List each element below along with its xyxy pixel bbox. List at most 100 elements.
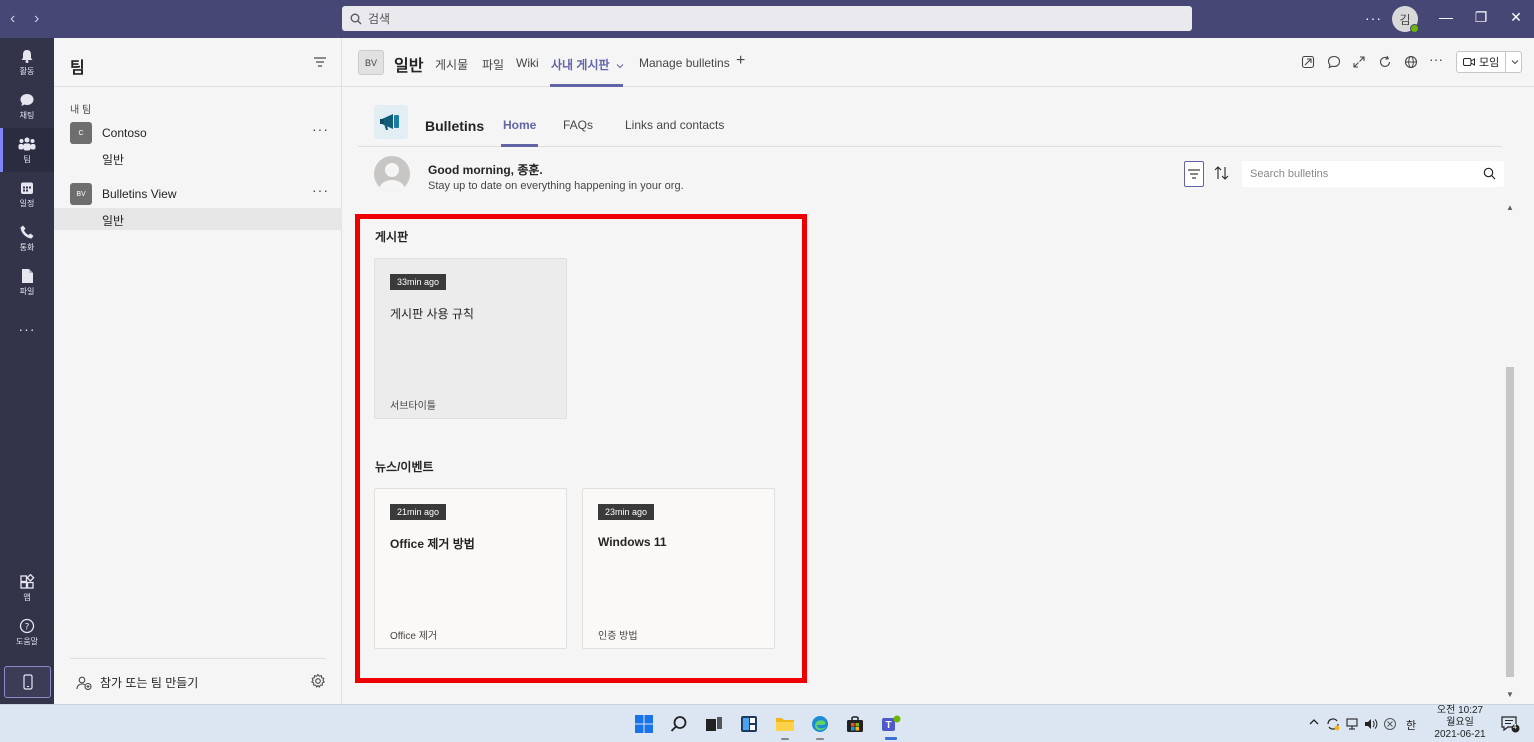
global-search-placeholder: 검색 <box>368 12 391 26</box>
channel-title: 일반 <box>394 58 424 75</box>
global-search-input[interactable]: 검색 <box>342 6 1192 31</box>
vertical-scrollbar-thumb[interactable] <box>1506 367 1514 677</box>
channel-item-bulletins-general[interactable]: 일반 <box>54 208 342 230</box>
rail-item-help[interactable]: ? 도움말 <box>0 610 54 654</box>
bulletins-search-input[interactable]: Search bulletins <box>1242 161 1504 187</box>
team-name: Bulletins View <box>102 187 177 201</box>
rail-label: 도움말 <box>15 636 39 646</box>
team-item-bulletins-view[interactable]: BV Bulletins View ··· <box>54 182 342 208</box>
join-or-create-team-button[interactable]: 참가 또는 팀 만들기 <box>76 674 198 691</box>
file-explorer-icon[interactable] <box>774 713 796 740</box>
meet-button[interactable]: 모임 <box>1456 51 1522 73</box>
close-button[interactable]: ✕ <box>1506 9 1526 26</box>
volume-icon[interactable] <box>1364 717 1378 734</box>
system-clock[interactable]: 오전 10:27 월요일 2021-06-21 <box>1428 705 1492 741</box>
store-icon[interactable] <box>844 713 866 735</box>
help-icon: ? <box>19 618 35 633</box>
team-more-options-button[interactable]: ··· <box>312 182 329 198</box>
filter-icon <box>1188 169 1200 179</box>
bulletins-app-name: Bulletins <box>425 118 485 134</box>
bulletin-time-badge: 23min ago <box>598 504 655 520</box>
minimize-button[interactable]: — <box>1436 9 1456 25</box>
expand-icon[interactable] <box>1352 55 1366 72</box>
tab-bulletins-board[interactable]: 사내 게시판 <box>551 56 624 73</box>
scroll-down-arrow-icon[interactable]: ▼ <box>1506 690 1514 699</box>
tab-links-and-contacts[interactable]: Links and contacts <box>625 118 724 132</box>
team-avatar: BV <box>70 183 92 205</box>
chevron-down-icon[interactable] <box>1511 59 1519 65</box>
team-avatar: BV <box>358 50 384 75</box>
greeting-title: Good morning, 종훈. <box>428 163 543 177</box>
bulletin-title: 게시판 사용 규칙 <box>390 307 474 321</box>
team-more-options-button[interactable]: ··· <box>312 121 329 137</box>
sync-icon[interactable] <box>1326 717 1340 734</box>
team-item-contoso[interactable]: C Contoso ··· <box>54 121 342 147</box>
bulletin-card[interactable]: 33min ago 게시판 사용 규칙 서브타이틀 <box>374 258 567 419</box>
back-arrow-icon[interactable]: ‹ <box>10 10 15 28</box>
tab-home[interactable]: Home <box>503 118 536 132</box>
teams-app-icon[interactable]: T <box>880 713 902 740</box>
website-globe-icon[interactable] <box>1404 55 1418 72</box>
channel-item-contoso-general[interactable]: 일반 <box>54 147 342 169</box>
rail-item-calendar[interactable]: 일정 <box>0 172 54 216</box>
app-popout-icon[interactable] <box>1301 55 1315 72</box>
rail-item-teams[interactable]: 팀 <box>0 128 54 172</box>
settings-more-button[interactable]: ··· <box>1365 10 1382 26</box>
maximize-button[interactable]: ❐ <box>1471 9 1491 26</box>
rail-item-chat[interactable]: 채팅 <box>0 84 54 128</box>
sort-icon[interactable] <box>1214 166 1230 183</box>
app-rail: 활동 채팅 팀 일정 통화 파일 ··· 앱 ? 도움말 <box>0 38 54 704</box>
rail-label: 팀 <box>23 154 31 164</box>
bulletin-card[interactable]: 21min ago Office 제거 방법 Office 제거 <box>374 488 567 649</box>
calendar-icon <box>21 182 33 194</box>
tab-posts[interactable]: 게시물 <box>435 56 468 73</box>
rail-more-apps-button[interactable]: ··· <box>0 306 54 352</box>
rail-label: 앱 <box>23 592 31 602</box>
status-x-icon[interactable] <box>1383 717 1397 734</box>
tab-files[interactable]: 파일 <box>482 56 504 73</box>
tab-wiki[interactable]: Wiki <box>516 56 539 70</box>
more-options-button[interactable]: ··· <box>1429 51 1443 67</box>
bulletins-search-placeholder: Search bulletins <box>1250 168 1329 180</box>
chat-icon <box>20 93 34 106</box>
rail-item-activity[interactable]: 활동 <box>0 40 54 84</box>
section-title-news-events: 뉴스/이벤트 <box>375 460 434 474</box>
bulletins-app-content: Bulletins Home FAQs Links and contacts G… <box>342 87 1534 704</box>
search-icon <box>1483 167 1496 180</box>
bulletin-subtitle: 서브타이틀 <box>390 401 436 412</box>
gear-icon[interactable] <box>310 673 326 692</box>
team-avatar: C <box>70 122 92 144</box>
taskbar-search-icon[interactable] <box>668 713 690 735</box>
filter-button[interactable] <box>1184 161 1204 187</box>
filter-icon[interactable] <box>314 56 326 70</box>
bulletin-time-badge: 33min ago <box>390 274 447 290</box>
refresh-icon[interactable] <box>1378 55 1392 72</box>
task-view-icon[interactable] <box>703 713 725 735</box>
bulletin-card[interactable]: 23min ago Windows 11 인증 방법 <box>582 488 775 649</box>
svg-text:?: ? <box>25 622 30 632</box>
download-mobile-button[interactable] <box>4 666 51 698</box>
tab-manage-bulletins[interactable]: Manage bulletins <box>639 56 730 70</box>
tab-faqs[interactable]: FAQs <box>563 118 593 132</box>
rail-item-apps[interactable]: 앱 <box>0 566 54 610</box>
add-tab-button[interactable]: + <box>736 52 745 70</box>
rail-item-calls[interactable]: 통화 <box>0 216 54 260</box>
rail-label: 통화 <box>19 242 35 252</box>
rail-label: 파일 <box>19 286 35 296</box>
scroll-up-arrow-icon[interactable]: ▲ <box>1506 203 1514 212</box>
title-bar: ‹ › 검색 ··· 김 — ❐ ✕ <box>0 0 1534 38</box>
show-hidden-icons-chevron-icon[interactable] <box>1308 717 1320 730</box>
notification-center-icon[interactable]: 4 <box>1500 715 1520 736</box>
rail-item-files[interactable]: 파일 <box>0 260 54 304</box>
forward-arrow-icon[interactable]: › <box>34 10 39 28</box>
rail-label: 채팅 <box>19 110 35 120</box>
network-icon[interactable] <box>1346 717 1360 734</box>
clock-day: 월요일 <box>1446 717 1474 728</box>
windows-start-icon[interactable] <box>633 713 655 735</box>
bulletin-title: Office 제거 방법 <box>390 537 475 551</box>
widgets-icon[interactable] <box>738 713 760 735</box>
edge-browser-icon[interactable] <box>809 713 831 740</box>
user-avatar[interactable]: 김 <box>1392 6 1419 33</box>
conversation-icon[interactable] <box>1327 55 1341 72</box>
ime-indicator[interactable]: 한 <box>1406 717 1416 733</box>
